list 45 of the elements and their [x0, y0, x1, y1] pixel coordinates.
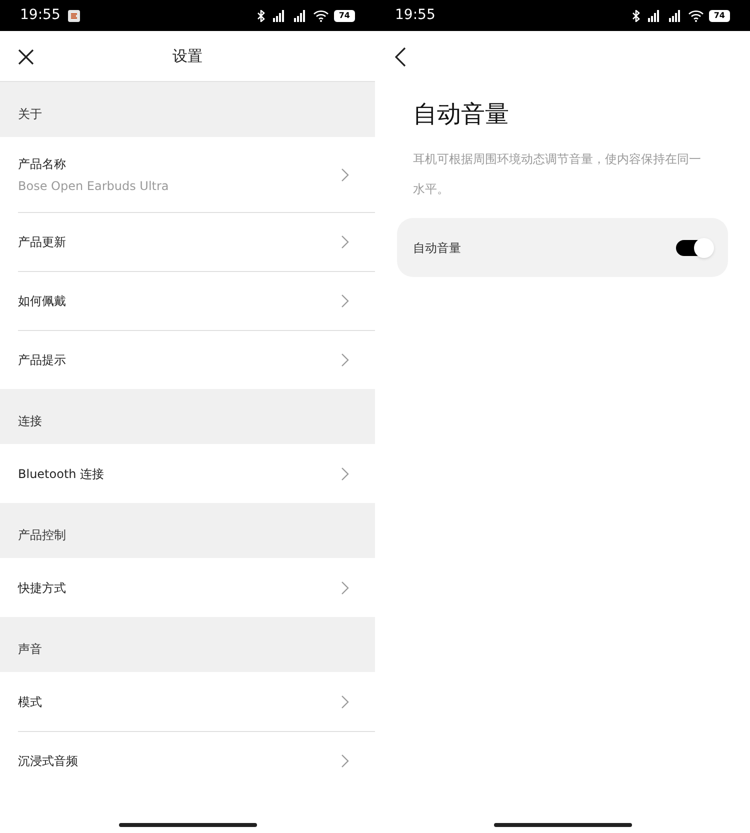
section-title: 关于: [18, 106, 42, 123]
row-label: 沉浸式音频: [18, 753, 79, 770]
toggle-switch[interactable]: [676, 240, 712, 256]
row-label: 产品名称: [18, 156, 67, 172]
wifi-icon: [312, 10, 329, 22]
chevron-right-icon: [341, 580, 349, 594]
chevron-right-icon: [341, 294, 349, 308]
chevron-right-icon: [341, 168, 349, 182]
wifi-icon: [688, 10, 704, 22]
settings-row[interactable]: 快捷方式: [18, 558, 375, 617]
status-time: 19:55: [20, 6, 60, 25]
close-icon[interactable]: [18, 49, 34, 65]
setting-label: 自动音量: [413, 240, 462, 256]
battery-indicator: 74: [708, 10, 730, 22]
signal-icon: [646, 10, 662, 22]
settings-row[interactable]: 模式: [18, 672, 375, 731]
row-label: 产品更新: [18, 234, 67, 251]
chevron-right-icon: [341, 353, 349, 367]
signal-icon: [292, 10, 308, 22]
chevron-right-icon: [341, 754, 349, 768]
chevron-right-icon: [341, 466, 349, 480]
row-label: 产品提示: [18, 352, 67, 369]
section-title: 产品控制: [18, 527, 66, 544]
app-notification-icon: [68, 10, 80, 22]
chevron-right-icon: [341, 235, 349, 249]
back-icon[interactable]: [395, 46, 406, 66]
settings-row[interactable]: 产品名称 Bose Open Earbuds Ultra: [18, 137, 375, 212]
page-heading: 自动音量: [413, 99, 510, 130]
row-subtitle: Bose Open Earbuds Ultra: [18, 178, 170, 194]
bluetooth-icon: [256, 10, 266, 22]
chevron-right-icon: [341, 694, 349, 708]
bluetooth-icon: [630, 10, 641, 22]
page-title: 设置: [172, 46, 202, 67]
page-description: 耳机可根据周围环境动态调节音量，使内容保持在同一水平。: [413, 151, 702, 198]
settings-row[interactable]: Bluetooth 连接: [18, 444, 375, 503]
signal-icon: [666, 10, 683, 22]
signal-icon: [270, 10, 287, 22]
row-label: 快捷方式: [18, 580, 67, 596]
section-title: 连接: [18, 413, 42, 430]
row-label: 模式: [18, 694, 43, 710]
row-label: Bluetooth 连接: [18, 466, 106, 482]
row-label: 如何佩戴: [18, 293, 67, 310]
battery-indicator: 74: [334, 10, 355, 22]
section-title: 声音: [18, 641, 42, 658]
status-time: 19:55: [395, 6, 436, 25]
